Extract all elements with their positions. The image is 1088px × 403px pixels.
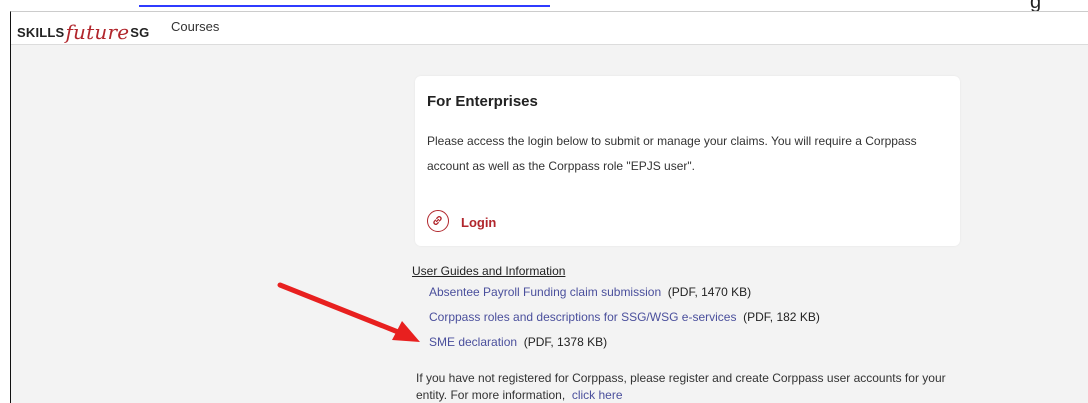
red-arrow-annotation bbox=[277, 282, 420, 342]
